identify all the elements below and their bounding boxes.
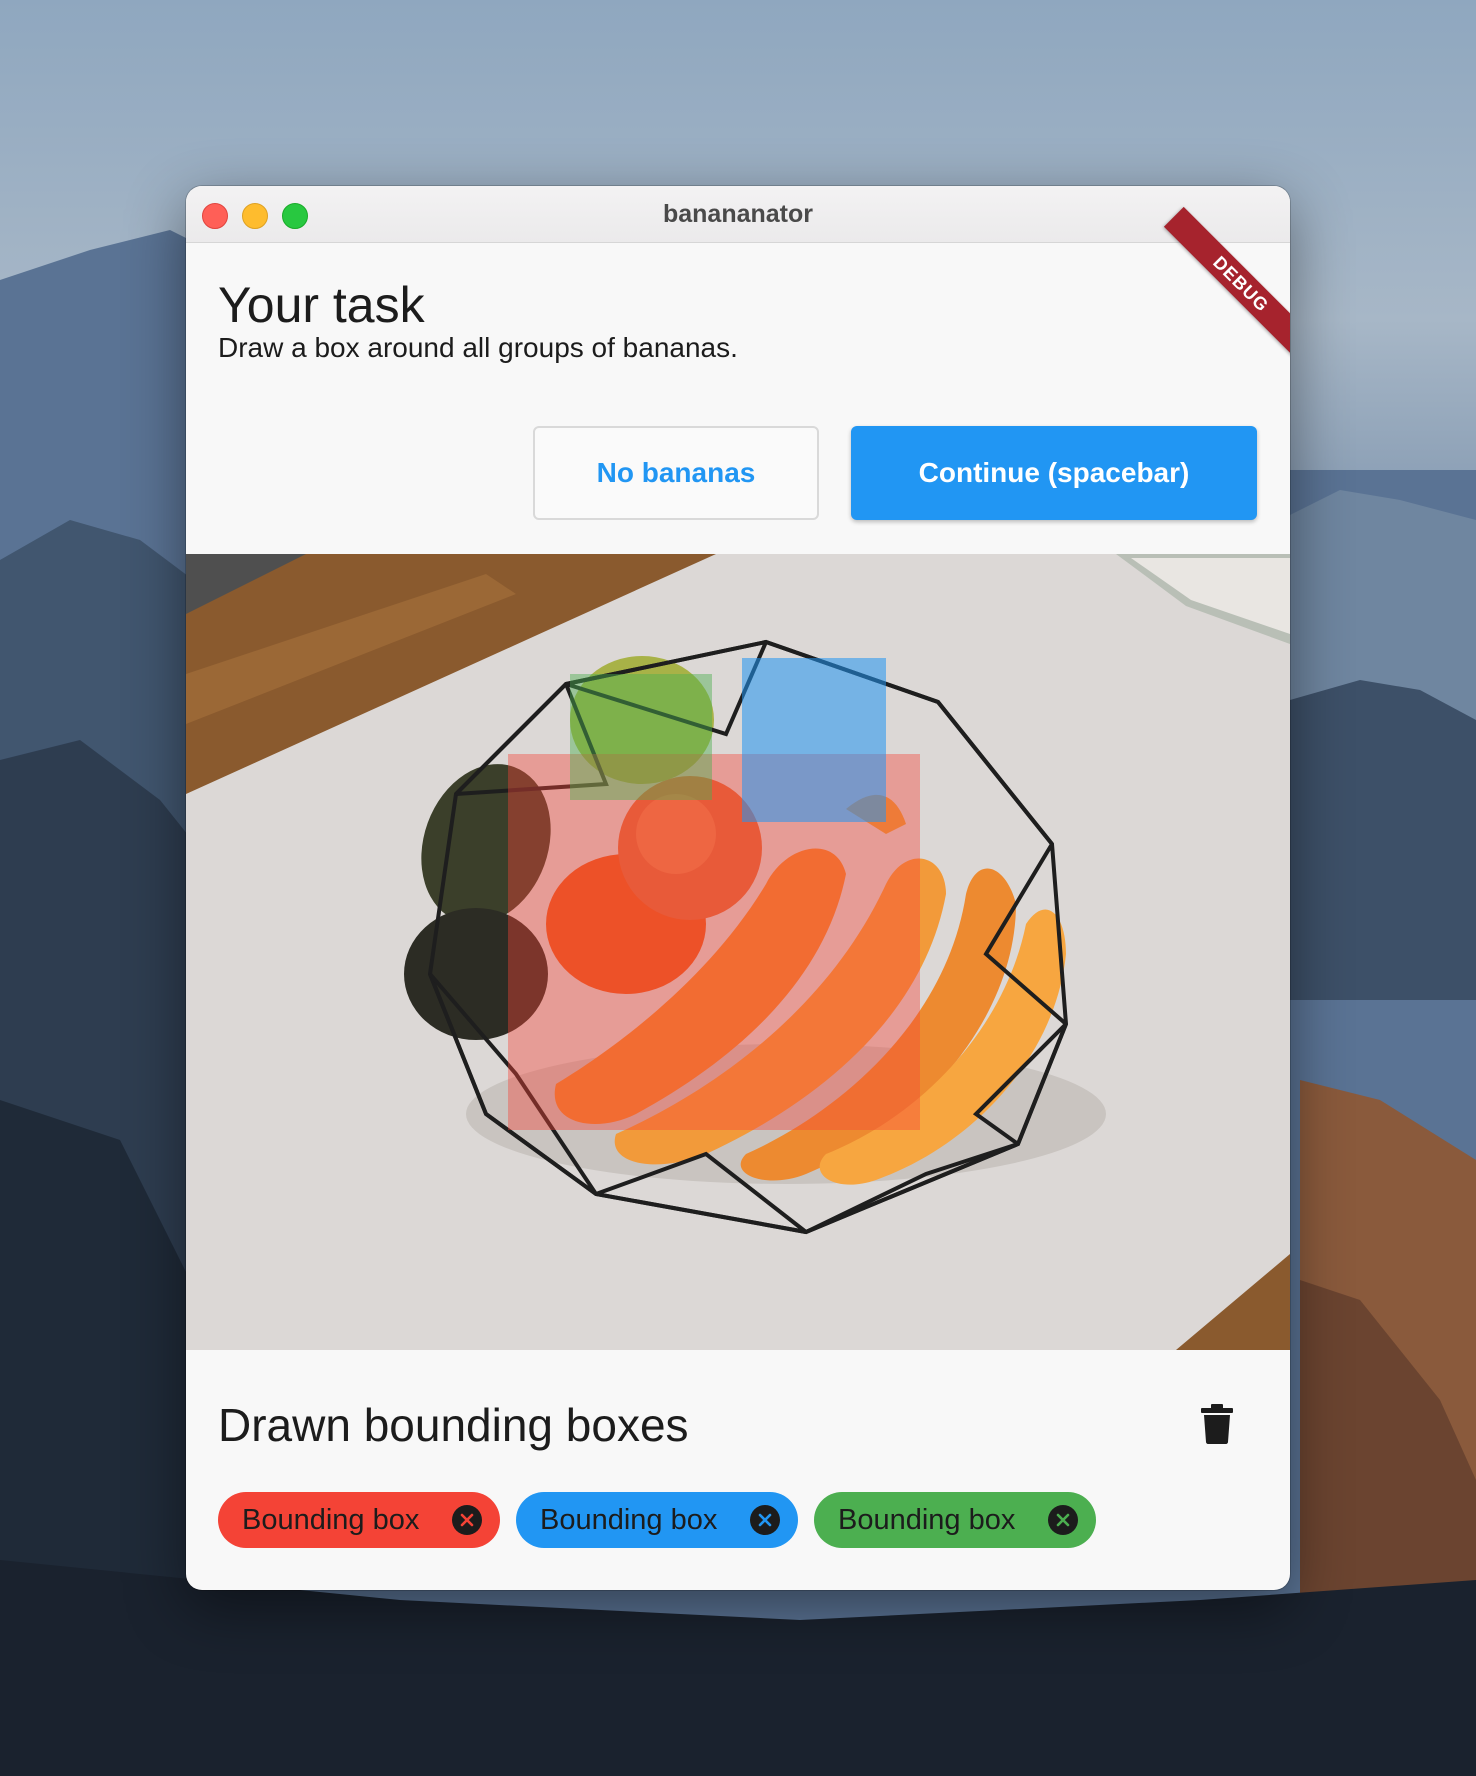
- bounding-box-chip-list: Bounding box Bounding box Bounding box: [218, 1492, 1096, 1548]
- no-bananas-button[interactable]: No bananas: [533, 426, 819, 520]
- fruit-bowl-photo: [186, 554, 1290, 1350]
- remove-chip-icon[interactable]: [750, 1505, 780, 1535]
- title-bar: banananator: [186, 186, 1290, 243]
- bounding-box-blue[interactable]: [742, 658, 886, 822]
- bounding-box-chip-red[interactable]: Bounding box: [218, 1492, 500, 1548]
- remove-chip-icon[interactable]: [1048, 1505, 1078, 1535]
- window-title: banananator: [662, 200, 814, 228]
- chip-label: Bounding box: [838, 1503, 1016, 1536]
- annotation-image-canvas[interactable]: [186, 554, 1290, 1350]
- bounding-box-green[interactable]: [570, 674, 712, 800]
- bounding-box-chip-green[interactable]: Bounding box: [814, 1492, 1096, 1548]
- chip-label: Bounding box: [242, 1503, 420, 1536]
- chip-label: Bounding box: [540, 1503, 718, 1536]
- remove-chip-icon[interactable]: [452, 1505, 482, 1535]
- app-window: banananator DEBUG Your task Draw a box a…: [186, 186, 1290, 1590]
- bounding-box-chip-blue[interactable]: Bounding box: [516, 1492, 798, 1548]
- task-heading: Your task: [218, 277, 425, 333]
- drawn-boxes-heading: Drawn bounding boxes: [218, 1399, 689, 1451]
- continue-button[interactable]: Continue (spacebar): [851, 426, 1257, 520]
- trash-icon[interactable]: [1196, 1398, 1238, 1450]
- task-instruction: Draw a box around all groups of bananas.: [218, 332, 738, 363]
